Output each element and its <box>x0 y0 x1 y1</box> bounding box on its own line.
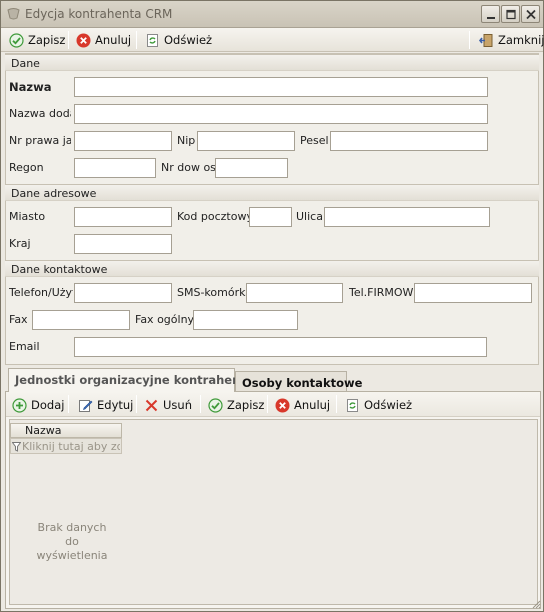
delete-x-icon <box>145 399 158 411</box>
toolbar-divider <box>336 395 337 413</box>
toolbar-divider <box>469 31 470 49</box>
regon-label: Regon <box>9 161 44 174</box>
nazwa-dodatkowa-label: Nazwa dodat <box>9 107 71 120</box>
email-field[interactable] <box>74 337 487 357</box>
toolbar-divider <box>136 31 137 49</box>
section-header-dane: Dane <box>5 54 539 71</box>
empty-grid-message: Brak danych do wyświetlenia <box>36 521 108 562</box>
fax-field[interactable] <box>32 310 130 330</box>
save-button[interactable]: Zapisz <box>6 30 68 50</box>
cancel-button[interactable]: Anuluj <box>73 30 134 50</box>
edit-label: Edytuj <box>97 398 134 412</box>
nr-prawa-jazdy-field[interactable] <box>74 131 172 151</box>
toolbar-divider <box>136 395 137 413</box>
units-cancel-label: Anuluj <box>294 398 331 412</box>
tel-firmowy-field[interactable] <box>414 283 532 303</box>
sms-komorka-label: SMS-komórka <box>177 286 253 299</box>
refresh-icon <box>147 33 158 47</box>
nr-prawa-jazdy-label: Nr prawa jaz <box>9 134 71 147</box>
close-window-button[interactable] <box>521 5 540 23</box>
column-header-nazwa[interactable]: Nazwa <box>10 423 122 438</box>
toolbar-divider <box>200 395 201 413</box>
save-label: Zapisz <box>28 33 66 47</box>
units-refresh-button[interactable]: Odśwież <box>342 395 415 415</box>
email-label: Email <box>9 340 40 353</box>
kraj-label: Kraj <box>9 237 31 250</box>
toolbar-divider <box>68 395 69 413</box>
tab-jednostki-organizacyjne[interactable]: Jednostki organizacyjne kontrahenta <box>8 368 254 392</box>
nr-dow-os-field[interactable] <box>215 158 288 178</box>
filter-placeholder: Kliknij tutaj aby zdefiniować filtr <box>22 440 120 453</box>
crm-edit-window: Edycja kontrahenta CRM Zapisz Anuluj Odś… <box>0 0 544 612</box>
regon-field[interactable] <box>74 158 156 178</box>
fax-ogolny-field[interactable] <box>193 310 298 330</box>
nazwa-label: Nazwa <box>9 80 52 94</box>
miasto-field[interactable] <box>74 207 172 227</box>
close-icon <box>526 9 536 20</box>
delete-button[interactable]: Usuń <box>141 395 195 415</box>
section-header-dane-kontaktowe: Dane kontaktowe <box>5 260 539 277</box>
units-refresh-label: Odśwież <box>364 398 413 412</box>
refresh-icon <box>347 398 358 412</box>
nip-field[interactable] <box>197 131 295 151</box>
sms-komorka-field[interactable] <box>246 283 343 303</box>
kod-pocztowy-field[interactable] <box>249 207 292 227</box>
maximize-button[interactable] <box>501 5 520 23</box>
toolbar-divider <box>267 395 268 413</box>
miasto-label: Miasto <box>9 210 46 223</box>
minimize-button[interactable] <box>481 5 500 23</box>
refresh-button[interactable]: Odśwież <box>142 30 215 50</box>
toolbar-divider <box>68 31 69 49</box>
check-icon <box>208 397 223 413</box>
check-icon <box>9 32 24 48</box>
units-save-label: Zapisz <box>227 398 265 412</box>
title-bar[interactable]: Edycja kontrahenta CRM <box>1 1 543 28</box>
kraj-field[interactable] <box>74 234 172 254</box>
telefon-label: Telefon/Użyt <box>9 286 73 299</box>
delete-label: Usuń <box>163 398 192 412</box>
main-toolbar: Zapisz Anuluj Odśwież Zamknij <box>1 28 544 52</box>
resize-grip-icon[interactable] <box>531 599 541 609</box>
telefon-field[interactable] <box>74 283 172 303</box>
section-header-dane-adresowe: Dane adresowe <box>5 184 539 201</box>
nazwa-dodatkowa-field[interactable] <box>74 104 488 124</box>
filter-icon <box>12 442 21 452</box>
refresh-label: Odśwież <box>164 33 213 47</box>
tab-osoby-kontaktowe[interactable]: Osoby kontaktowe <box>235 371 362 392</box>
pesel-field[interactable] <box>330 131 488 151</box>
nip-label: Nip <box>177 134 196 147</box>
ulica-label: Ulica <box>296 210 323 223</box>
close-button[interactable]: Zamknij <box>476 30 544 50</box>
nazwa-field[interactable] <box>74 77 488 97</box>
add-label: Dodaj <box>31 398 65 412</box>
kod-pocztowy-label: Kod pocztowy <box>177 210 253 223</box>
add-button[interactable]: Dodaj <box>9 395 67 415</box>
plus-icon <box>12 397 27 413</box>
maximize-icon <box>506 9 516 20</box>
units-cancel-button[interactable]: Anuluj <box>272 395 333 415</box>
cancel-icon <box>76 33 91 47</box>
units-toolbar: Dodaj Edytuj Usuń Zapisz Anuluj Odśwież <box>6 392 540 417</box>
minimize-icon <box>487 17 495 19</box>
grid-filter-row[interactable]: Kliknij tutaj aby zdefiniować filtr <box>10 438 122 454</box>
edit-icon <box>79 399 93 412</box>
pesel-label: Pesel <box>300 134 329 147</box>
cancel-icon <box>275 398 290 412</box>
fax-ogolny-label: Fax ogólny <box>135 313 195 326</box>
nr-dow-os-label: Nr dow os <box>161 161 216 174</box>
cancel-label: Anuluj <box>95 33 132 47</box>
units-grid[interactable]: Nazwa Kliknij tutaj aby zdefiniować filt… <box>9 419 538 605</box>
exit-door-icon <box>479 33 493 47</box>
fax-label: Fax <box>9 313 28 326</box>
tel-firmowy-label: Tel.FIRMOW <box>349 286 414 299</box>
close-label: Zamknij <box>498 33 544 47</box>
ulica-field[interactable] <box>324 207 490 227</box>
units-save-button[interactable]: Zapisz <box>205 395 267 415</box>
app-icon <box>7 8 20 20</box>
edit-button[interactable]: Edytuj <box>75 395 136 415</box>
window-title: Edycja kontrahenta CRM <box>25 7 173 21</box>
